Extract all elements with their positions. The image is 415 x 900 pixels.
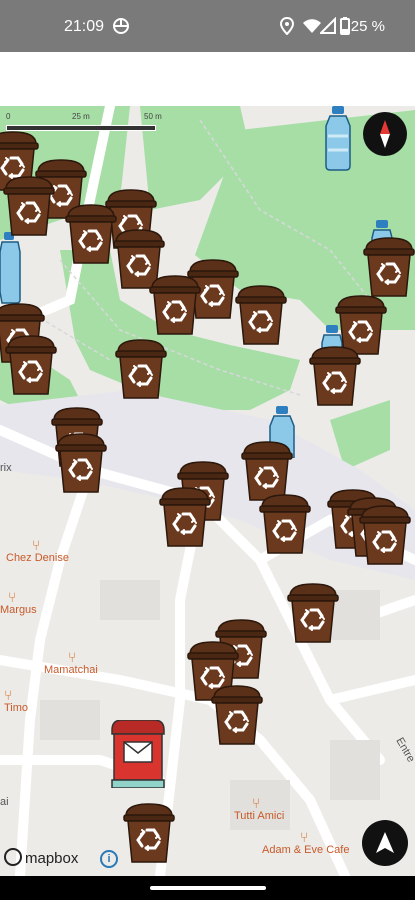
poi-chez-denise[interactable]: ⑂ Chez Denise — [6, 538, 69, 564]
recycling-bin-marker[interactable] — [122, 802, 176, 864]
recycling-bin-marker[interactable] — [308, 345, 362, 407]
battery-icon — [340, 17, 350, 35]
recycling-bin-marker[interactable] — [358, 504, 412, 566]
location-icon — [280, 17, 294, 35]
recycling-bin-marker[interactable] — [148, 274, 202, 336]
compass-icon — [380, 120, 390, 148]
poi-adam-eve-cafe[interactable]: ⑂ Adam & Eve Cafe — [262, 830, 349, 856]
status-bar: 21:09 25 % — [0, 0, 415, 52]
mapbox-logo-icon — [4, 848, 22, 866]
status-time: 21:09 — [64, 18, 105, 35]
app-bar — [0, 52, 415, 106]
system-nav-bar — [0, 876, 415, 900]
mapbox-attribution[interactable]: mapbox — [4, 848, 78, 870]
recycling-bin-marker[interactable] — [2, 175, 56, 237]
compass-button[interactable] — [363, 112, 407, 156]
restaurant-icon: ⑂ — [68, 649, 77, 665]
water-bottle-icon[interactable] — [0, 232, 22, 304]
poi-timo[interactable]: ⑂ Timo — [4, 688, 28, 714]
poi-tutti-amici[interactable]: ⑂ Tutti Amici — [234, 796, 284, 822]
poi-mamatchai[interactable]: ⑂ Mamatchai — [44, 650, 98, 676]
locate-button[interactable] — [362, 820, 408, 866]
recycling-bin-marker[interactable] — [4, 334, 58, 396]
signal-icon — [320, 17, 336, 34]
recycling-bin-marker[interactable] — [64, 203, 118, 265]
vpn-icon — [113, 18, 129, 34]
restaurant-icon: ⑂ — [4, 687, 13, 703]
restaurant-icon: ⑂ — [252, 795, 261, 811]
mailbox-icon[interactable] — [110, 720, 166, 788]
recycling-bin-marker[interactable] — [234, 284, 288, 346]
poi-margus[interactable]: ⑂ Margus — [0, 590, 37, 616]
recycling-bin-marker[interactable] — [362, 236, 415, 298]
recycling-bin-marker[interactable] — [114, 338, 168, 400]
wifi-icon — [303, 19, 321, 33]
info-icon[interactable]: i — [100, 850, 118, 868]
home-handle[interactable] — [150, 886, 266, 890]
restaurant-icon: ⑂ — [8, 589, 17, 605]
street-label-left: rix — [0, 462, 12, 474]
restaurant-icon: ⑂ — [300, 829, 309, 845]
recycling-bin-marker[interactable] — [258, 493, 312, 555]
recycling-bin-marker[interactable] — [286, 582, 340, 644]
restaurant-icon: ⑂ — [32, 537, 41, 553]
recycling-bin-marker[interactable] — [54, 432, 108, 494]
street-label-bottom-left: ai — [0, 796, 9, 808]
battery-percent: 25 % — [350, 18, 385, 35]
water-bottle-icon[interactable] — [324, 106, 352, 172]
recycling-bin-marker[interactable] — [158, 486, 212, 548]
navigation-arrow-icon — [376, 832, 394, 853]
recycling-bin-marker[interactable] — [210, 684, 264, 746]
